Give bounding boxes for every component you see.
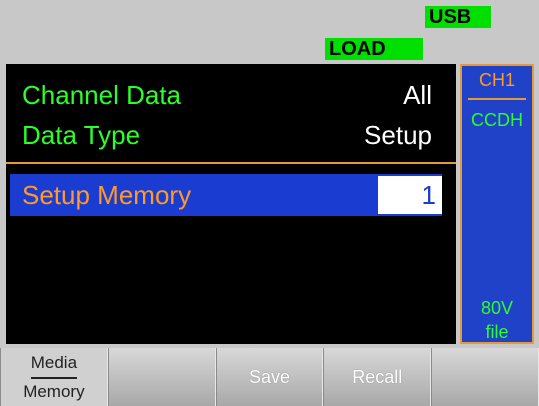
- file-label: file: [485, 322, 509, 342]
- setup-memory-value[interactable]: 1: [378, 176, 442, 214]
- channel-info-panel: CH1 CCDH 80V file: [460, 64, 534, 344]
- usb-status-badge: USB: [425, 6, 491, 28]
- instrument-screen: USB LOAD Channel Data All Data Type Setu…: [0, 0, 539, 406]
- channel-settings-section: Channel Data All Data Type Setup: [6, 64, 456, 164]
- load-status-badge: LOAD: [325, 38, 423, 60]
- memory-softkey-label: Memory: [23, 381, 85, 401]
- setup-memory-label: Setup Memory: [22, 180, 192, 210]
- recall-softkey[interactable]: Recall: [323, 348, 432, 406]
- data-type-value[interactable]: Setup: [364, 120, 432, 150]
- channel-divider: [468, 98, 526, 100]
- media-softkey-label: Media: [30, 352, 78, 379]
- setup-memory-row[interactable]: Setup Memory 1: [10, 174, 442, 216]
- status-bar: USB LOAD: [0, 0, 539, 62]
- channel-data-value[interactable]: All: [403, 80, 432, 110]
- mode-label: CCDH: [471, 110, 523, 130]
- main-panel: Channel Data All Data Type Setup Setup M…: [6, 64, 456, 344]
- data-type-label: Data Type: [22, 120, 141, 150]
- blank-softkey-5[interactable]: [431, 348, 539, 406]
- softkey-bar: Media Memory Save Recall: [0, 348, 539, 406]
- media-memory-softkey[interactable]: Media Memory: [0, 348, 108, 406]
- save-softkey[interactable]: Save: [215, 348, 324, 406]
- voltage-label: 80V: [480, 298, 514, 318]
- channel-data-label: Channel Data: [22, 80, 181, 110]
- channel-label: CH1: [478, 70, 515, 90]
- memory-section: Setup Memory 1: [6, 168, 456, 344]
- blank-softkey-2[interactable]: [107, 348, 216, 406]
